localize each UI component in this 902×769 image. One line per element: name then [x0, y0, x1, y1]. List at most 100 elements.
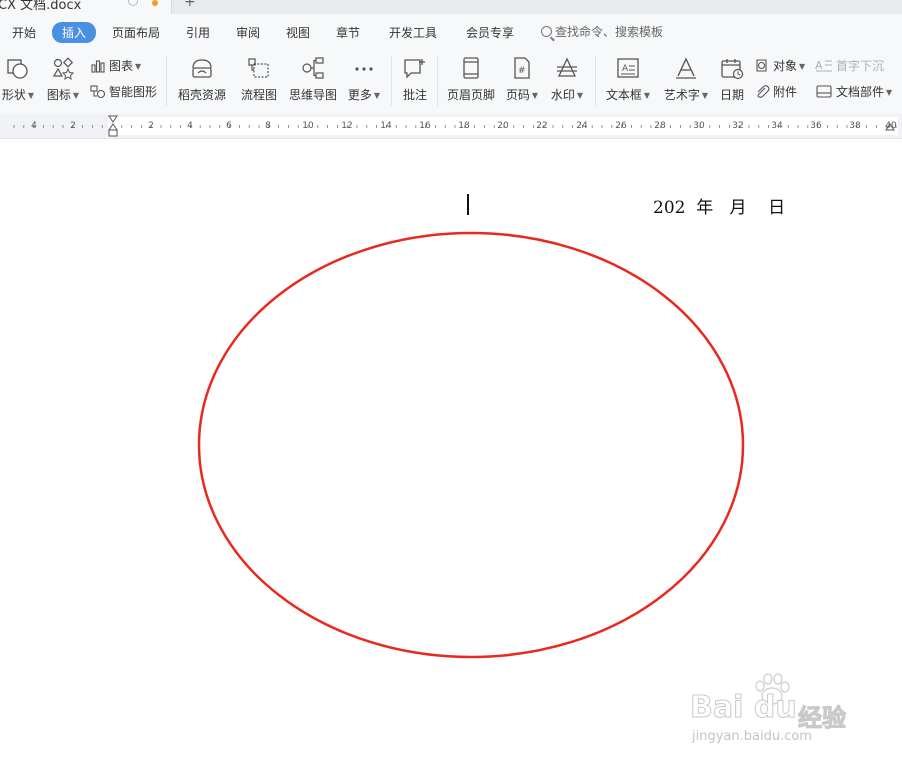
- comment-label: 批注: [402, 88, 427, 102]
- ruler-label: 8: [265, 121, 271, 131]
- object-label: 对象: [773, 59, 798, 73]
- docer-resources-icon: [192, 59, 212, 78]
- ruler-label: 24: [576, 121, 588, 131]
- smart-graphic-label: 智能图形: [109, 85, 158, 99]
- svg-text:#: #: [518, 66, 526, 76]
- mindmap-label: 思维导图: [288, 88, 337, 102]
- flowchart-button[interactable]: 流程图: [240, 56, 278, 103]
- ruler-label: 10: [302, 121, 314, 131]
- horizontal-ruler[interactable]: 4 2 2 4 6 8 10 12 14 16 18 20 22 24 26 28 30 32 34 36 38 40: [0, 114, 902, 139]
- comment-icon: [404, 59, 425, 79]
- ruler-label: 4: [187, 121, 193, 131]
- page-number-icon: #: [514, 57, 530, 79]
- chevron-down-icon: ▼: [576, 91, 584, 100]
- ruler-label: 16: [419, 121, 431, 131]
- chart-button[interactable]: 图表 ▼: [90, 57, 141, 75]
- object-icon: [756, 59, 767, 72]
- watermark-button[interactable]: 水印 ▼: [549, 56, 585, 103]
- wordart-icon: [676, 57, 696, 79]
- ruler-label: 32: [732, 121, 743, 131]
- ruler-label: 28: [654, 121, 666, 131]
- shape-button[interactable]: 形状 ▼: [0, 56, 36, 103]
- document-tab-label: CX 文档.docx: [0, 0, 82, 13]
- menu-home[interactable]: 开始: [12, 24, 36, 41]
- svg-text:A: A: [815, 59, 823, 72]
- ruler-label: 6: [226, 121, 232, 131]
- smart-graphic-icon: [90, 85, 106, 99]
- svg-text:A: A: [622, 64, 629, 74]
- left-indent-marker[interactable]: [108, 129, 118, 137]
- menu-member[interactable]: 会员专享: [466, 24, 514, 41]
- docer-resources-button[interactable]: 稻壳资源: [176, 56, 228, 103]
- document-parts-button[interactable]: 文档部件 ▼: [815, 83, 892, 101]
- ruler-scale: 4 2 2 4 6 8 10 12 14 16 18 20 22 24 26 28 30 32 34 36 38 40: [13, 115, 898, 137]
- chart-label: 图表: [109, 59, 134, 73]
- menu-chapter[interactable]: 章节: [336, 24, 360, 41]
- header-footer-icon: [463, 57, 479, 79]
- more-dots-icon: [355, 67, 373, 71]
- ruler-label: 22: [536, 121, 547, 131]
- ruler-label: 2: [148, 121, 154, 131]
- smart-graphic-button[interactable]: 智能图形: [90, 83, 157, 101]
- more-button[interactable]: 更多 ▼: [346, 56, 382, 103]
- textbox-label: 文本框: [605, 88, 642, 102]
- menu-review[interactable]: 审阅: [236, 24, 260, 41]
- document-tab[interactable]: CX 文档.docx: [0, 0, 172, 14]
- baidu-watermark: Bai du 经验 jingyan.baidu.com: [688, 668, 858, 758]
- new-tab-button[interactable]: +: [184, 0, 196, 10]
- pin-icon[interactable]: [128, 0, 138, 6]
- bar-chart-icon: [91, 60, 105, 73]
- menu-view[interactable]: 视图: [286, 24, 310, 41]
- textbox-button[interactable]: A 文本框 ▼: [604, 56, 652, 103]
- shape-label: 形状: [1, 88, 26, 102]
- menu-page-layout[interactable]: 页面布局: [112, 24, 160, 41]
- ruler-label: 2: [70, 121, 76, 131]
- ruler-label: 38: [849, 121, 861, 131]
- attachment-button[interactable]: 附件: [754, 83, 797, 101]
- object-button[interactable]: 对象 ▼: [754, 57, 805, 75]
- drop-cap-label: 首字下沉: [836, 59, 885, 73]
- chevron-down-icon: ▼: [799, 62, 806, 71]
- menu-developer[interactable]: 开发工具: [389, 24, 437, 41]
- watermark-icon: [557, 57, 577, 77]
- watermark-label: 水印: [550, 88, 575, 102]
- wordart-label: 艺术字: [663, 88, 700, 102]
- textbox-icon: A: [617, 58, 639, 78]
- ruler-label: 30: [693, 121, 705, 131]
- red-ellipse-shape[interactable]: [197, 231, 745, 659]
- chevron-down-icon: ▼: [886, 88, 893, 97]
- wordart-button[interactable]: 艺术字 ▼: [662, 56, 710, 103]
- ribbon-separator: [166, 56, 167, 106]
- menu-references[interactable]: 引用: [186, 24, 210, 41]
- comment-button[interactable]: 批注: [400, 56, 430, 103]
- paperclip-icon: [757, 85, 770, 98]
- header-footer-label: 页眉页脚: [446, 88, 495, 102]
- mindmap-button[interactable]: 思维导图: [288, 56, 338, 103]
- menu-bar: 开始 插入 页面布局 引用 审阅 视图 章节 开发工具 会员专享 查找命令、搜索…: [0, 14, 902, 50]
- drop-cap-icon: A: [815, 59, 832, 72]
- chevron-down-icon: ▼: [643, 91, 651, 100]
- chevron-down-icon: ▼: [135, 62, 142, 71]
- command-search-placeholder: 查找命令、搜索模板: [555, 25, 664, 39]
- menu-insert[interactable]: 插入: [52, 22, 97, 43]
- date-button[interactable]: 日期: [718, 56, 746, 103]
- chevron-down-icon: ▼: [373, 91, 381, 100]
- header-footer-button[interactable]: 页眉页脚: [446, 56, 496, 103]
- icon-button[interactable]: 图标 ▼: [44, 56, 82, 103]
- unsaved-dot-icon: [152, 0, 158, 6]
- ruler-label: 40: [885, 121, 897, 131]
- command-search[interactable]: 查找命令、搜索模板: [541, 23, 663, 40]
- flowchart-icon: [248, 58, 269, 78]
- chevron-down-icon: ▼: [701, 91, 709, 100]
- drop-cap-button[interactable]: A 首字下沉: [815, 57, 884, 75]
- title-bar: CX 文档.docx +: [0, 0, 902, 14]
- watermark-brand-cn: 经验: [798, 704, 847, 733]
- watermark-url: jingyan.baidu.com: [692, 729, 812, 744]
- more-label: 更多: [347, 88, 372, 102]
- ribbon-toolbar: 形状 ▼ 图标 ▼ 图表 ▼ 智能图形 稻壳资源 流程图 思维导图 更多 ▼ 批…: [0, 50, 902, 114]
- chevron-down-icon: ▼: [72, 91, 80, 100]
- ruler-label: 14: [380, 121, 392, 131]
- ruler-label: 26: [615, 121, 627, 131]
- page-number-button[interactable]: # 页码 ▼: [504, 56, 540, 103]
- date-label: 日期: [719, 88, 744, 102]
